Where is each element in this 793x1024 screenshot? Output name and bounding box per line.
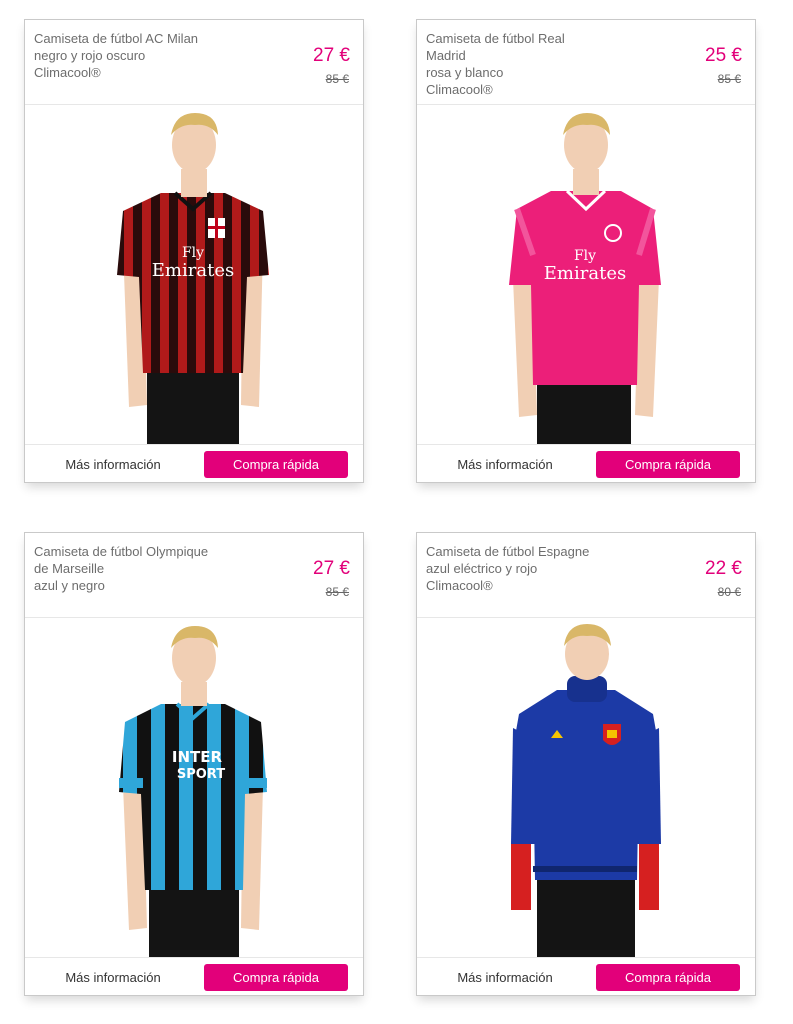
svg-text:Fly: Fly — [182, 245, 204, 261]
product-old-price: 85 € — [717, 72, 741, 86]
product-footer: Más información Compra rápida — [417, 444, 755, 485]
product-price: 22 € — [705, 558, 742, 579]
svg-text:SPORT: SPORT — [177, 767, 225, 782]
more-info-link[interactable]: Más información — [417, 445, 593, 485]
product-card: Camiseta de fútbol Real Madrid rosa y bl… — [416, 19, 756, 483]
svg-text:Emirates: Emirates — [544, 263, 626, 284]
product-header: Camiseta de fútbol Espagne azul eléctric… — [417, 533, 755, 618]
product-price: 25 € — [705, 45, 742, 66]
product-price: 27 € — [313, 558, 350, 579]
svg-text:Emirates: Emirates — [152, 260, 234, 281]
product-old-price: 85 € — [325, 585, 349, 599]
product-card: Camiseta de fútbol Espagne azul eléctric… — [416, 532, 756, 996]
quick-buy-button[interactable]: Compra rápida — [596, 964, 740, 991]
product-header: Camiseta de fútbol Real Madrid rosa y bl… — [417, 20, 755, 105]
product-name[interactable]: Camiseta de fútbol Olympique de Marseill… — [34, 543, 254, 594]
product-card: Camiseta de fútbol Olympique de Marseill… — [24, 532, 364, 996]
quick-buy-button[interactable]: Compra rápida — [204, 964, 348, 991]
product-card: Camiseta de fútbol AC Milan negro y rojo… — [24, 19, 364, 483]
more-info-link[interactable]: Más información — [417, 958, 593, 998]
product-old-price: 80 € — [717, 585, 741, 599]
product-price: 27 € — [313, 45, 350, 66]
more-info-link[interactable]: Más información — [25, 445, 201, 485]
svg-text:INTER: INTER — [172, 748, 223, 766]
product-image[interactable]: INTER SPORT — [25, 618, 363, 957]
product-header: Camiseta de fútbol AC Milan negro y rojo… — [25, 20, 363, 105]
product-name[interactable]: Camiseta de fútbol Espagne azul eléctric… — [426, 543, 646, 594]
svg-text:Fly: Fly — [574, 248, 596, 264]
product-name[interactable]: Camiseta de fútbol AC Milan negro y rojo… — [34, 30, 254, 81]
product-image[interactable]: Fly Emirates — [417, 105, 755, 444]
more-info-link[interactable]: Más información — [25, 958, 201, 998]
product-footer: Más información Compra rápida — [25, 957, 363, 998]
product-image[interactable]: Fly Emirates — [25, 105, 363, 444]
quick-buy-button[interactable]: Compra rápida — [596, 451, 740, 478]
quick-buy-button[interactable]: Compra rápida — [204, 451, 348, 478]
product-image[interactable] — [417, 618, 755, 957]
product-footer: Más información Compra rápida — [25, 444, 363, 485]
product-old-price: 85 € — [325, 72, 349, 86]
product-name[interactable]: Camiseta de fútbol Real Madrid rosa y bl… — [426, 30, 646, 98]
product-header: Camiseta de fútbol Olympique de Marseill… — [25, 533, 363, 618]
product-footer: Más información Compra rápida — [417, 957, 755, 998]
